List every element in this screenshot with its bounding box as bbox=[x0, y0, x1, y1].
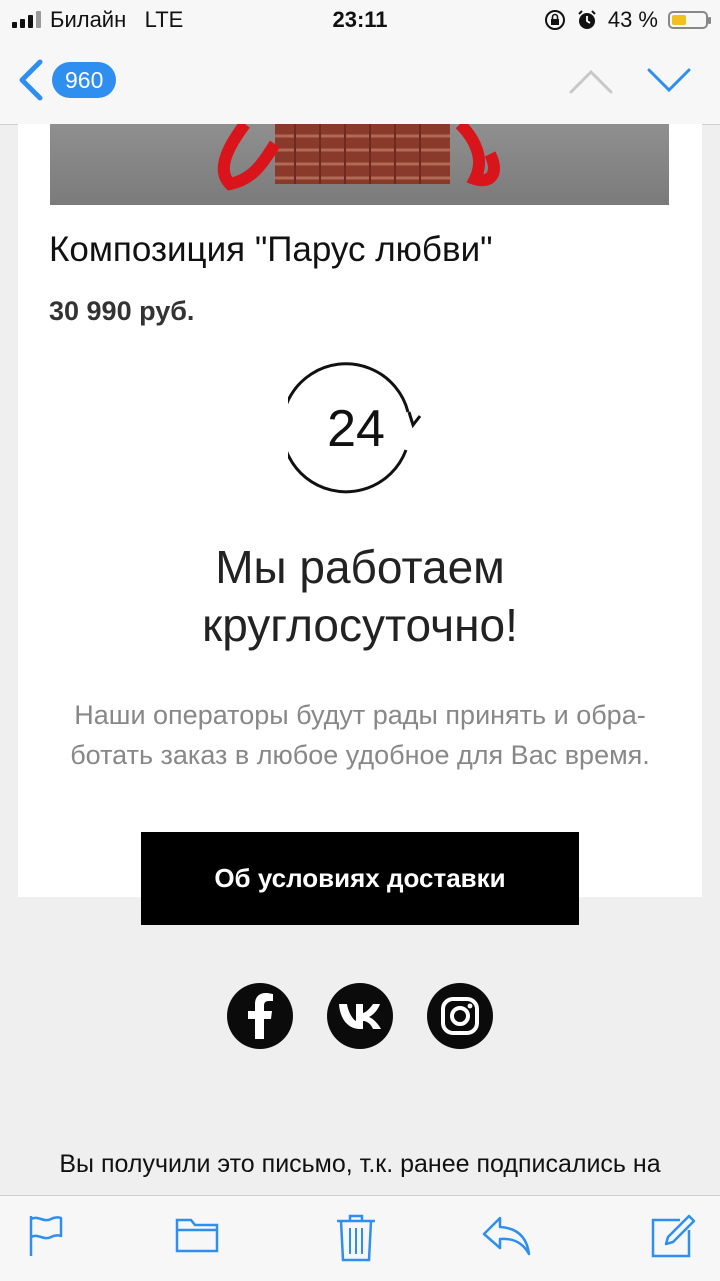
back-chevron-icon[interactable] bbox=[16, 58, 44, 102]
compose-icon[interactable] bbox=[650, 1214, 696, 1260]
trash-icon[interactable] bbox=[336, 1214, 376, 1262]
previous-message-icon[interactable] bbox=[568, 66, 614, 96]
vk-icon[interactable] bbox=[327, 983, 393, 1049]
rotation-lock-icon bbox=[544, 10, 565, 30]
mail-toolbar bbox=[0, 1195, 720, 1281]
delivery-terms-button[interactable]: Об условиях доставки bbox=[141, 832, 579, 925]
headline: Мы работаем круглосуточно! bbox=[18, 538, 702, 654]
headline-line1: Мы работаем bbox=[215, 541, 505, 593]
next-message-icon[interactable] bbox=[646, 66, 692, 96]
clock-24-number: 24 bbox=[327, 400, 385, 458]
battery-level bbox=[672, 15, 686, 25]
clock-24-icon: 24 bbox=[280, 358, 432, 499]
status-bar: Билайн LTE 23:11 43 % bbox=[0, 0, 720, 40]
battery-percent: 43 % bbox=[607, 7, 658, 32]
flag-icon[interactable] bbox=[28, 1214, 64, 1258]
folder-icon[interactable] bbox=[175, 1214, 219, 1254]
subscription-notice: Вы получили это письмо, т.к. ранее подпи… bbox=[59, 1150, 661, 1178]
product-price: 30 990 руб. bbox=[49, 296, 195, 326]
instagram-icon[interactable] bbox=[427, 983, 493, 1049]
product-image[interactable] bbox=[50, 124, 669, 205]
reply-icon[interactable] bbox=[482, 1214, 532, 1258]
battery-icon bbox=[668, 11, 711, 29]
alarm-icon bbox=[578, 10, 596, 29]
mail-nav-bar: 960 bbox=[0, 40, 720, 125]
unread-count-badge[interactable]: 960 bbox=[52, 62, 117, 98]
facebook-icon[interactable] bbox=[227, 983, 293, 1049]
description-text: Наши операторы будут рады принять и обра… bbox=[70, 700, 650, 770]
product-name[interactable]: Композиция "Парус любви" bbox=[49, 230, 493, 270]
headline-line2: круглосуточно! bbox=[202, 599, 518, 651]
email-content: Композиция "Парус любви" 30 990 руб. 24 … bbox=[18, 124, 702, 925]
